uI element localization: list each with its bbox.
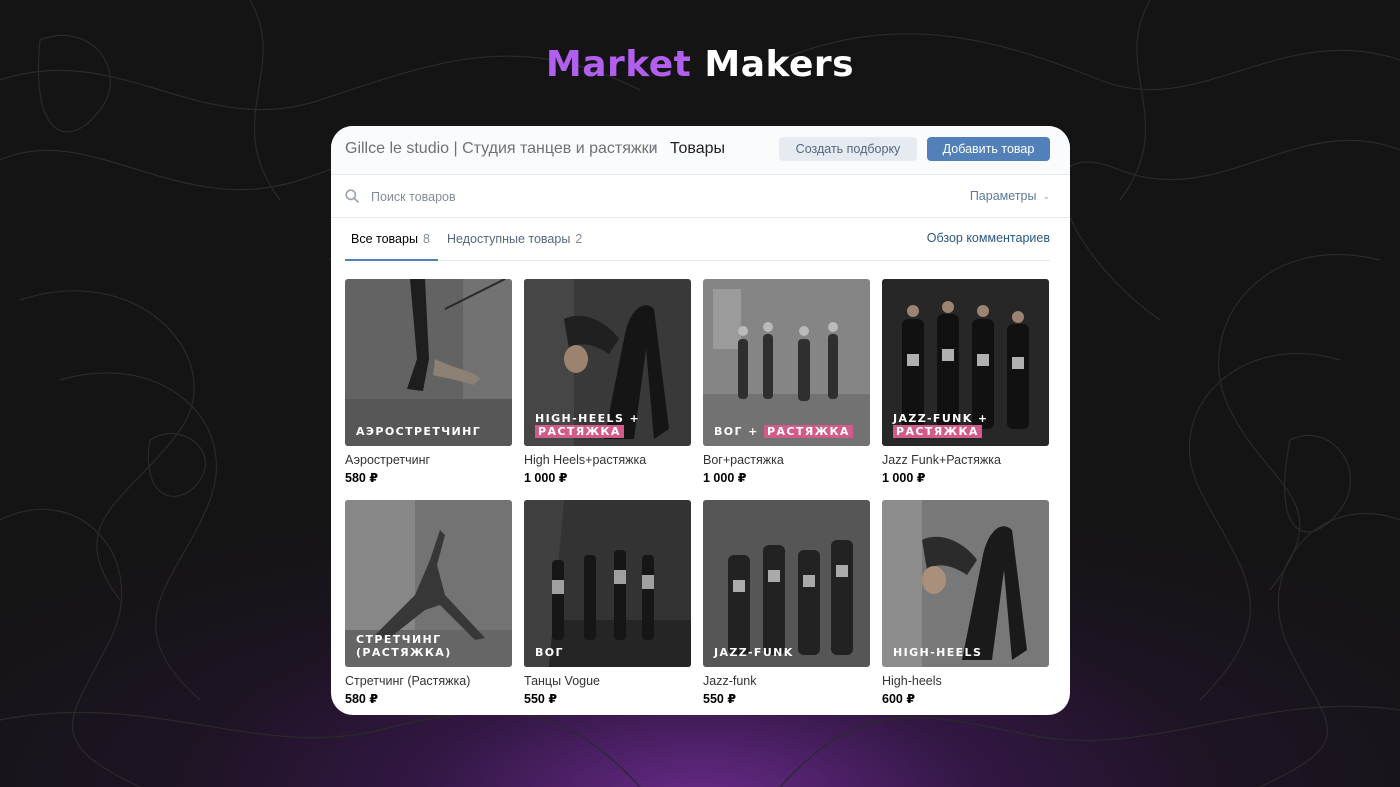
product-price: 580 ₽: [345, 692, 379, 706]
tab-unavailable-label: Недоступные товары: [447, 232, 571, 246]
create-collection-button[interactable]: Создать подборку: [779, 137, 917, 161]
product-overlay-text: Аэростретчинг: [356, 425, 481, 438]
overlay-line: Jazz-funk +: [893, 412, 989, 425]
product-price: 550 ₽: [524, 692, 558, 706]
breadcrumb-current: Товары: [670, 140, 726, 157]
product-name[interactable]: High Heels+растяжка: [524, 453, 691, 467]
search-icon: [345, 189, 359, 203]
product-price: 1 000 ₽: [882, 471, 926, 485]
product-photo[interactable]: Вог: [524, 500, 691, 667]
chevron-down-icon: ⌄: [1042, 191, 1050, 201]
product-name[interactable]: Jazz-funk: [703, 674, 870, 688]
product-price: 1 000 ₽: [703, 471, 747, 485]
active-tab-indicator: [345, 259, 438, 261]
product-price: 550 ₽: [703, 692, 737, 706]
overlay-line: Стретчинг: [356, 633, 442, 646]
search-bar: Поиск товаров Параметры ⌄: [331, 175, 1070, 218]
product-photo[interactable]: Jazz-funk: [703, 500, 870, 667]
product-overlay-text: Стретчинг (растяжка): [356, 633, 452, 659]
chevron-right-icon: ›: [651, 139, 657, 156]
brand-word-2: Makers: [704, 44, 855, 85]
product-overlay-text: Вог: [535, 646, 564, 659]
product-overlay-text: High-heels + Растяжка: [535, 412, 640, 438]
product-photo[interactable]: High-heels + Растяжка: [524, 279, 691, 446]
photo-image: [524, 500, 691, 667]
params-label: Параметры: [969, 189, 1037, 203]
product-name[interactable]: High-heels: [882, 674, 1049, 688]
tab-bar: Все товары 8 Недоступные товары 2 Обзор ко…: [345, 218, 1050, 261]
product-photo[interactable]: Стретчинг (растяжка): [345, 500, 512, 667]
overlay-line: (растяжка): [356, 646, 452, 659]
product-card[interactable]: Вог Танцы Vogue 550 ₽: [524, 500, 691, 706]
product-photo[interactable]: High-heels: [882, 500, 1049, 667]
overlay-line: Вог: [535, 646, 564, 659]
product-card[interactable]: High-heels + Растяжка High Heels+растяжк…: [524, 279, 691, 485]
product-overlay-text: Jazz-funk + Растяжка: [893, 412, 989, 438]
tab-all-label: Все товары: [351, 232, 418, 246]
product-photo[interactable]: Jazz-funk + Растяжка: [882, 279, 1049, 446]
overlay-line-highlight: Растяжка: [893, 425, 982, 438]
product-price: 580 ₽: [345, 471, 379, 485]
breadcrumb-shop-link[interactable]: Gillce le studio | Студия танцев и растя…: [345, 140, 658, 158]
comments-review-link[interactable]: Обзор комментариев: [927, 231, 1050, 245]
overlay-line-highlight: Растяжка: [535, 425, 624, 438]
tab-all-products[interactable]: Все товары 8: [351, 232, 430, 246]
photo-image: [882, 500, 1049, 667]
product-card[interactable]: Аэростретчинг Аэростретчинг 580 ₽: [345, 279, 512, 485]
brand-title: Market Makers: [0, 44, 1400, 85]
product-price: 1 000 ₽: [524, 471, 568, 485]
shop-panel: Gillce le studio | Студия танцев и растя…: [331, 126, 1070, 715]
product-overlay-text: High-heels: [893, 646, 982, 659]
product-photo[interactable]: Аэростретчинг: [345, 279, 512, 446]
overlay-line: High-heels: [893, 646, 983, 659]
photo-image: [703, 500, 870, 667]
overlay-line: Вог + Растяжка: [714, 425, 853, 438]
product-name[interactable]: Вог+растяжка: [703, 453, 870, 467]
product-card[interactable]: High-heels High-heels 600 ₽: [882, 500, 1049, 706]
product-name[interactable]: Стретчинг (Растяжка): [345, 674, 512, 688]
product-overlay-text: Jazz-funk: [714, 646, 794, 659]
params-dropdown[interactable]: Параметры ⌄: [970, 189, 1050, 203]
product-price: 600 ₽: [882, 692, 916, 706]
product-card[interactable]: Вог + Растяжка Вог+растяжка 1 000 ₽: [703, 279, 870, 485]
brand-word-1: Market: [545, 44, 692, 85]
tab-unavailable-products[interactable]: Недоступные товары 2: [447, 232, 582, 246]
overlay-line: Jazz-funk: [714, 646, 794, 659]
product-overlay-text: Вог + Растяжка: [714, 425, 853, 438]
product-name[interactable]: Аэростретчинг: [345, 453, 512, 467]
search-input[interactable]: Поиск товаров: [371, 190, 456, 204]
product-card[interactable]: Jazz-funk + Растяжка Jazz Funk+Растяжка …: [882, 279, 1049, 485]
product-card[interactable]: Jazz-funk Jazz-funk 550 ₽: [703, 500, 870, 706]
tab-unavailable-count: 2: [575, 232, 583, 246]
photo-image: [345, 279, 512, 446]
product-name[interactable]: Jazz Funk+Растяжка: [882, 453, 1049, 467]
product-card[interactable]: Стретчинг (растяжка) Стретчинг (Растяжка…: [345, 500, 512, 706]
page-header: Gillce le studio | Студия танцев и растя…: [331, 126, 1070, 175]
overlay-line-highlight: Растяжка: [764, 425, 853, 438]
overlay-line: Аэростретчинг: [356, 425, 482, 438]
add-product-button[interactable]: Добавить товар: [927, 137, 1050, 161]
product-name[interactable]: Танцы Vogue: [524, 674, 691, 688]
overlay-line: High-heels +: [535, 412, 641, 425]
tab-all-count: 8: [422, 232, 430, 246]
product-photo[interactable]: Вог + Растяжка: [703, 279, 870, 446]
photo-image: [703, 279, 870, 446]
